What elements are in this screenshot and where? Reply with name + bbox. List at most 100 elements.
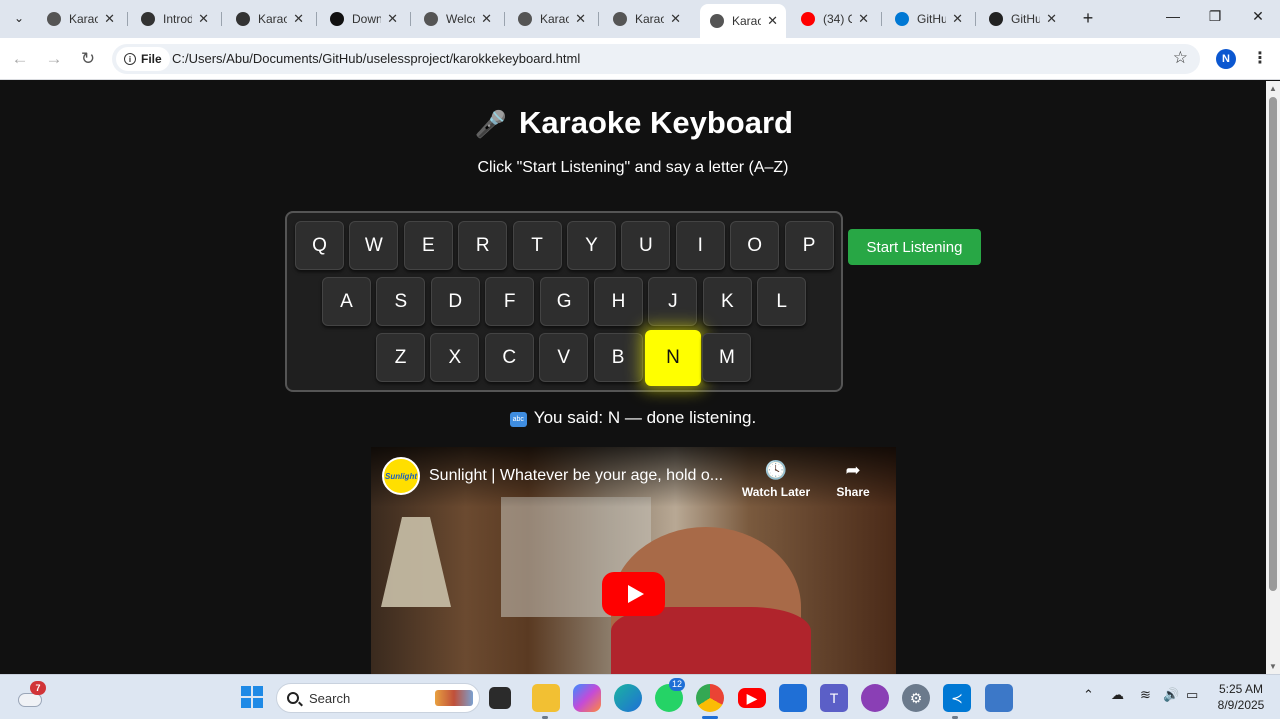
key-f[interactable]: F [485, 277, 535, 326]
key-v[interactable]: V [539, 333, 589, 382]
weather-widget[interactable]: 7 [16, 681, 46, 709]
browser-tab[interactable]: Karao ✕ [226, 6, 312, 32]
github-desktop-icon[interactable] [861, 684, 889, 712]
key-h[interactable]: H [594, 277, 643, 326]
taskbar-search[interactable]: Search [276, 683, 480, 713]
tab-close-icon[interactable]: ✕ [198, 11, 209, 27]
tab-close-icon[interactable]: ✕ [858, 11, 869, 27]
tab-title: Karao [732, 14, 762, 28]
key-d[interactable]: D [430, 277, 480, 326]
key-l[interactable]: L [757, 277, 807, 326]
browser-tab[interactable]: Karao ✕ [603, 6, 689, 32]
new-tab-button[interactable]: + [1078, 8, 1098, 29]
forward-button[interactable]: → [43, 48, 65, 70]
key-g[interactable]: G [539, 277, 589, 326]
taskbar-clock[interactable]: 5:25 AM 8/9/2025 [1208, 681, 1274, 713]
browser-tab[interactable]: Karao ✕ [37, 6, 123, 32]
scroll-up-arrow[interactable]: ▲ [1269, 84, 1277, 93]
wifi-icon[interactable]: ≋ [1140, 687, 1151, 703]
youtube-app-icon[interactable]: ▶ [738, 688, 766, 708]
tab-close-icon[interactable]: ✕ [1046, 11, 1057, 27]
tab-close-icon[interactable]: ✕ [293, 11, 304, 27]
edge-icon[interactable] [614, 684, 642, 712]
key-a[interactable]: A [322, 277, 371, 326]
key-r[interactable]: R [458, 221, 508, 270]
key-x[interactable]: X [430, 333, 480, 382]
minimize-button[interactable]: — [1158, 8, 1188, 24]
url-text[interactable]: C:/Users/Abu/Documents/GitHub/uselesspro… [172, 51, 580, 66]
tab-close-icon[interactable]: ✕ [952, 11, 963, 27]
key-t[interactable]: T [512, 221, 562, 270]
key-j[interactable]: J [648, 277, 698, 326]
browser-tab[interactable]: Introd ✕ [131, 6, 217, 32]
browser-tab[interactable]: Welco ✕ [414, 6, 500, 32]
video-title[interactable]: Sunlight | Whatever be your age, hold o.… [429, 467, 723, 485]
file-explorer-icon[interactable] [532, 684, 560, 712]
browser-tab[interactable]: GitHu ✕ [885, 6, 971, 32]
key-i[interactable]: I [675, 221, 725, 270]
key-e[interactable]: E [403, 221, 453, 270]
channel-logo[interactable]: Sunlight [382, 457, 420, 495]
vscode-app-icon[interactable]: ≺ [943, 684, 971, 712]
browser-tab[interactable]: Down ✕ [320, 6, 406, 32]
share-button[interactable]: ➦ Share [813, 459, 893, 499]
key-o[interactable]: O [730, 221, 780, 270]
tab-close-icon[interactable]: ✕ [481, 11, 492, 27]
key-b[interactable]: B [593, 333, 643, 382]
scroll-thumb[interactable] [1269, 97, 1277, 591]
tab-separator [598, 12, 599, 26]
volume-icon[interactable]: 🔊 [1163, 687, 1179, 703]
windows-start-icon[interactable] [241, 686, 263, 708]
teams-icon[interactable]: T [820, 684, 848, 712]
key-y[interactable]: Y [567, 221, 616, 270]
play-button[interactable] [602, 572, 665, 616]
profile-avatar[interactable]: N [1216, 49, 1236, 69]
key-k[interactable]: K [702, 277, 752, 326]
browser-menu-icon[interactable]: ⋮ [1252, 48, 1268, 68]
task-view-icon[interactable] [489, 687, 511, 709]
tab-search-button[interactable]: ⌄ [8, 6, 30, 30]
key-w[interactable]: W [349, 221, 399, 270]
chrome-icon[interactable] [696, 684, 724, 712]
tab-close-icon[interactable]: ✕ [575, 11, 586, 27]
site-info-chip[interactable]: i File [116, 47, 170, 71]
restore-button[interactable]: ❐ [1200, 8, 1230, 25]
scroll-down-arrow[interactable]: ▼ [1269, 662, 1277, 671]
browser-tab[interactable]: Karao ✕ [700, 4, 786, 38]
python-icon[interactable] [985, 684, 1013, 712]
reload-button[interactable]: ↻ [77, 48, 99, 70]
start-listening-button[interactable]: Start Listening [848, 229, 981, 265]
key-s[interactable]: S [376, 277, 426, 326]
key-z[interactable]: Z [376, 333, 425, 382]
key-n[interactable]: N [645, 330, 701, 386]
key-c[interactable]: C [484, 333, 534, 382]
page-scrollbar[interactable]: ▲ ▼ [1266, 81, 1280, 674]
key-u[interactable]: U [621, 221, 671, 270]
browser-tab[interactable]: (34) C ✕ [791, 6, 877, 32]
tab-close-icon[interactable]: ✕ [767, 13, 778, 29]
browser-toolbar: ← → ↻ i File C:/Users/Abu/Documents/GitH… [0, 38, 1280, 80]
tab-close-icon[interactable]: ✕ [104, 11, 115, 27]
tab-close-icon[interactable]: ✕ [670, 11, 681, 27]
weather-badge: 7 [30, 681, 46, 695]
windows-taskbar: 7 Search 12 ▶ T ⚙ ≺ ⌃ ☁ ≋ 🔊 ▭ 5:25 AM 8/… [0, 674, 1280, 719]
onedrive-icon[interactable]: ☁ [1111, 687, 1124, 703]
key-q[interactable]: Q [295, 221, 344, 270]
browser-tab[interactable]: GitHu ✕ [979, 6, 1065, 32]
store-icon[interactable] [779, 684, 807, 712]
settings-gear-icon[interactable]: ⚙ [902, 684, 930, 712]
browser-tab[interactable]: Karao ✕ [508, 6, 594, 32]
youtube-embed[interactable]: Sunlight Sunlight | Whatever be your age… [371, 447, 896, 674]
battery-icon[interactable]: ▭ [1186, 687, 1198, 703]
key-p[interactable]: P [784, 221, 834, 270]
copilot-icon[interactable] [573, 684, 601, 712]
back-button[interactable]: ← [9, 48, 31, 70]
key-m[interactable]: M [702, 333, 752, 382]
watch-later-button[interactable]: 🕓 Watch Later [736, 459, 816, 499]
tray-chevron-icon[interactable]: ⌃ [1083, 687, 1094, 703]
bookmark-star-icon[interactable]: ☆ [1173, 48, 1188, 68]
tab-close-icon[interactable]: ✕ [387, 11, 398, 27]
close-window-button[interactable]: ✕ [1243, 8, 1273, 25]
whatsapp-icon[interactable]: 12 [655, 678, 686, 712]
address-bar[interactable]: i File C:/Users/Abu/Documents/GitHub/use… [112, 44, 1200, 74]
